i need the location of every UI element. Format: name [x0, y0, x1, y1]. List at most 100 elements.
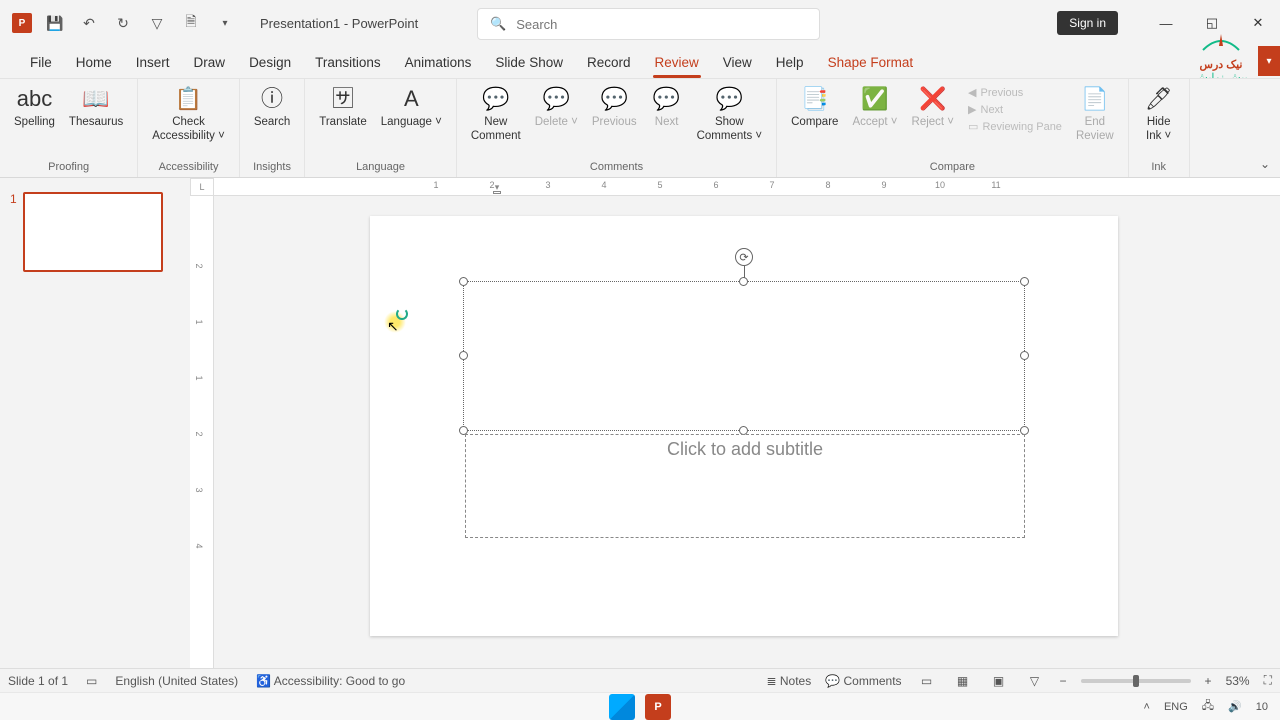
- start-icon[interactable]: [609, 694, 635, 720]
- ribbon-group-compare: 📑Compare✅Accept ˅❌Reject ˅◀ Previous▶ Ne…: [777, 79, 1129, 177]
- zoom-in-icon[interactable]: +: [1205, 674, 1212, 688]
- tab-transitions[interactable]: Transitions: [303, 49, 393, 76]
- reviewing-pane-button: ▭ Reviewing Pane: [966, 119, 1064, 134]
- signin-button[interactable]: Sign in: [1057, 11, 1118, 35]
- group-label: Accessibility: [159, 159, 219, 177]
- rotate-handle-icon[interactable]: ⟳: [735, 248, 753, 266]
- accessibility-shortcut-icon[interactable]: ▭: [86, 674, 97, 688]
- search-icon: ⓘ: [258, 85, 286, 113]
- notes-button[interactable]: ≣ Notes: [766, 674, 811, 688]
- language-button[interactable]: ALanguage ˅: [375, 83, 448, 131]
- tab-view[interactable]: View: [711, 49, 764, 76]
- tray-clock[interactable]: 10: [1256, 701, 1268, 713]
- slide-counter: Slide 1 of 1: [8, 674, 68, 688]
- subtitle-placeholder[interactable]: Click to add subtitle: [465, 434, 1025, 538]
- from-beginning-icon[interactable]: ▽: [146, 12, 168, 34]
- resize-handle[interactable]: [459, 351, 468, 360]
- resize-handle[interactable]: [739, 277, 748, 286]
- qat-more-icon[interactable]: ▾: [214, 12, 236, 34]
- group-label: Comments: [590, 159, 643, 177]
- delete-button: 💬Delete ˅: [529, 83, 584, 131]
- tray-chevron-icon[interactable]: ˄: [1144, 701, 1150, 713]
- language-status[interactable]: English (United States): [115, 674, 238, 688]
- end-review-button: 📄EndReview: [1070, 83, 1120, 146]
- window-title: Presentation1 - PowerPoint: [260, 16, 418, 31]
- accept-icon: ✅: [861, 85, 889, 113]
- resize-handle[interactable]: [1020, 351, 1029, 360]
- zoom-value[interactable]: 53%: [1226, 674, 1250, 688]
- tray-network-icon[interactable]: 🖧: [1202, 697, 1214, 716]
- show-comments-button[interactable]: 💬ShowComments ˅: [691, 83, 769, 146]
- tray-volume-icon[interactable]: 🔊: [1228, 700, 1242, 713]
- accessibility-status[interactable]: ♿ Accessibility: Good to go: [256, 674, 405, 688]
- previous-button: ◀ Previous: [966, 85, 1064, 100]
- app-icon: P: [12, 13, 32, 33]
- tab-shape-format[interactable]: Shape Format: [816, 49, 926, 76]
- tab-review[interactable]: Review: [643, 49, 711, 76]
- compare-icon: 📑: [801, 85, 829, 113]
- delete-icon: 💬: [542, 85, 570, 113]
- fit-window-icon[interactable]: ⛶: [1264, 673, 1272, 688]
- ribbon-group-ink: 🖊HideInk ˅Ink: [1129, 79, 1190, 177]
- thesaurus-button[interactable]: 📖Thesaurus: [63, 83, 129, 131]
- zoom-knob[interactable]: [1133, 675, 1139, 687]
- next-icon: 💬: [653, 85, 681, 113]
- comments-button[interactable]: 💬 Comments: [825, 674, 901, 688]
- resize-handle[interactable]: [1020, 277, 1029, 286]
- tab-animations[interactable]: Animations: [393, 49, 484, 76]
- new-comment-icon: 💬: [482, 85, 510, 113]
- translate-icon: 🈂: [329, 85, 357, 113]
- check-accessibility-button[interactable]: 📋CheckAccessibility ˅: [146, 83, 231, 146]
- ribbon-group-insights: ⓘSearchInsights: [240, 79, 305, 177]
- zoom-slider[interactable]: [1081, 679, 1191, 683]
- cursor-icon: ↖: [387, 318, 399, 335]
- redo-icon[interactable]: ↻: [112, 12, 134, 34]
- slideshow-view-icon[interactable]: ▽: [1024, 672, 1046, 690]
- next-button: 💬Next: [645, 83, 689, 131]
- hide-ink-button[interactable]: 🖊HideInk ˅: [1137, 83, 1181, 146]
- search-input[interactable]: 🔍 Search: [477, 8, 820, 40]
- title-placeholder[interactable]: ⟳: [463, 281, 1025, 431]
- sorter-view-icon[interactable]: ▦: [952, 672, 974, 690]
- undo-icon[interactable]: ↶: [78, 12, 100, 34]
- tab-home[interactable]: Home: [64, 49, 124, 76]
- slide-thumbnail[interactable]: [23, 192, 163, 272]
- spelling-button[interactable]: abcSpelling: [8, 83, 61, 131]
- end-review-icon: 📄: [1081, 85, 1109, 113]
- search-button[interactable]: ⓘSearch: [248, 83, 296, 131]
- tab-insert[interactable]: Insert: [124, 49, 182, 76]
- tray-language[interactable]: ENG: [1164, 701, 1188, 713]
- ribbon-group-comments: 💬NewComment💬Delete ˅💬Previous💬Next💬ShowC…: [457, 79, 777, 177]
- slide-canvas[interactable]: L ▾ 1234567891011 211234 ⟳ Click to add …: [190, 178, 1280, 674]
- translate-button[interactable]: 🈂Translate: [313, 83, 373, 131]
- reading-view-icon[interactable]: ▣: [988, 672, 1010, 690]
- tab-slide-show[interactable]: Slide Show: [483, 49, 575, 76]
- tab-record[interactable]: Record: [575, 49, 643, 76]
- hide-ink-icon: 🖊: [1145, 85, 1173, 113]
- language-icon: A: [397, 85, 425, 113]
- ruler-corner: L: [190, 178, 214, 196]
- new-comment-button[interactable]: 💬NewComment: [465, 83, 527, 146]
- group-label: Compare: [930, 159, 975, 177]
- zoom-out-icon[interactable]: −: [1060, 674, 1067, 688]
- resize-handle[interactable]: [459, 277, 468, 286]
- new-file-icon[interactable]: 🗎: [180, 12, 202, 34]
- ribbon-group-proofing: abcSpelling📖ThesaurusProofing: [0, 79, 138, 177]
- collapse-ribbon-icon[interactable]: ⌄: [1260, 157, 1270, 171]
- horizontal-ruler: ▾ 1234567891011: [214, 178, 1280, 196]
- thesaurus-icon: 📖: [82, 85, 110, 113]
- powerpoint-taskbar-icon[interactable]: P: [645, 694, 671, 720]
- tab-file[interactable]: File: [18, 49, 64, 76]
- tab-help[interactable]: Help: [764, 49, 816, 76]
- slide-panel: 1: [0, 178, 190, 674]
- next-button: ▶ Next: [966, 102, 1064, 117]
- save-icon[interactable]: 💾: [44, 12, 66, 34]
- tab-draw[interactable]: Draw: [182, 49, 238, 76]
- normal-view-icon[interactable]: ▭: [916, 672, 938, 690]
- compare-button[interactable]: 📑Compare: [785, 83, 844, 131]
- ribbon-options-icon[interactable]: ▾: [1258, 46, 1280, 76]
- windows-taskbar: P ˄ ENG 🖧 🔊 10: [0, 692, 1280, 720]
- tab-design[interactable]: Design: [237, 49, 303, 76]
- thumbnail-number: 1: [10, 192, 17, 272]
- slide[interactable]: ⟳ Click to add subtitle: [370, 216, 1118, 636]
